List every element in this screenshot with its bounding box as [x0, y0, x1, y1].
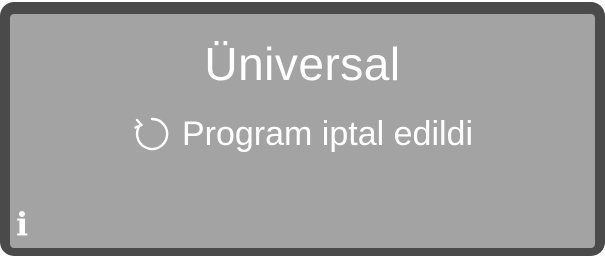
program-name: Ünivers­al	[204, 38, 401, 90]
device-panel: Ünivers­al Program iptal edildi i	[0, 0, 605, 258]
display-bezel: Ünivers­al Program iptal edildi i	[0, 2, 605, 256]
status-message: Program iptal edildi	[10, 114, 595, 154]
restart-arrow-icon	[134, 117, 169, 151]
display-screen: Ünivers­al Program iptal edildi i	[10, 14, 595, 248]
info-icon[interactable]: i	[16, 206, 38, 242]
status-text: Program iptal edildi	[181, 115, 474, 153]
